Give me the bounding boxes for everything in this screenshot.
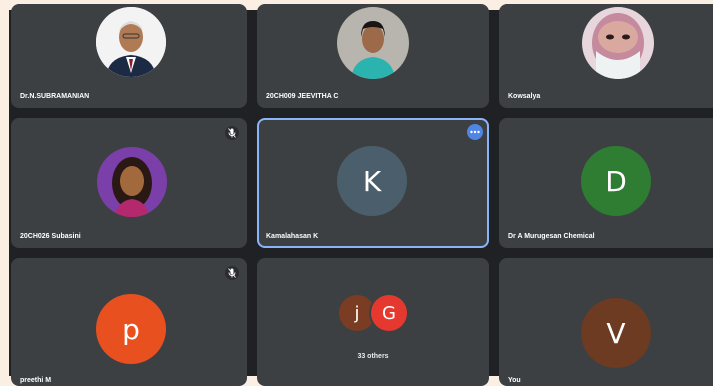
participant-name: Kamalahasan K xyxy=(266,233,319,240)
participant-photo xyxy=(97,147,167,217)
participant-tile-jeevitha[interactable]: 20CH009 JEEVITHA C xyxy=(257,4,489,108)
participant-tile-kamalahasan[interactable]: K Kamalahasan K xyxy=(257,118,489,248)
others-avatar-g: G xyxy=(371,295,407,331)
more-options-icon[interactable] xyxy=(467,124,483,140)
participant-name: You xyxy=(508,377,521,384)
others-avatar-j: j xyxy=(339,295,375,331)
participant-avatar: p xyxy=(96,294,166,364)
mic-off-icon xyxy=(225,266,239,280)
mic-off-icon xyxy=(225,126,239,140)
participant-name: 20CH009 JEEVITHA C xyxy=(266,93,339,100)
participant-tile-kowsalya[interactable]: Kowsalya xyxy=(499,4,713,108)
participant-photo xyxy=(582,7,654,79)
others-count-label: 33 others xyxy=(357,353,389,360)
participant-avatar: K xyxy=(337,146,407,216)
participant-avatar: V xyxy=(581,298,651,368)
participant-name: preethi M xyxy=(20,377,52,384)
participant-tile-you[interactable]: V You xyxy=(499,258,713,386)
participant-tile-subramanian[interactable]: Dr.N.SUBRAMANIAN xyxy=(11,4,247,108)
participant-tile-others[interactable]: j G 33 others xyxy=(257,258,489,386)
participant-avatar: D xyxy=(581,146,651,216)
participant-photo xyxy=(337,7,409,79)
participant-tile-preethi[interactable]: p preethi M xyxy=(11,258,247,386)
participant-tile-subasini[interactable]: 20CH026 Subasini xyxy=(11,118,247,248)
participant-photo xyxy=(96,7,166,77)
participant-name: Dr A Murugesan Chemical xyxy=(508,233,595,240)
participant-name: 20CH026 Subasini xyxy=(20,233,81,240)
participant-name: Kowsalya xyxy=(508,93,541,100)
participant-grid: Dr.N.SUBRAMANIAN 20CH009 JEEVITHA C Kows xyxy=(9,4,713,386)
participant-tile-murugesan[interactable]: D Dr A Murugesan Chemical xyxy=(499,118,713,248)
participant-name: Dr.N.SUBRAMANIAN xyxy=(20,93,90,100)
